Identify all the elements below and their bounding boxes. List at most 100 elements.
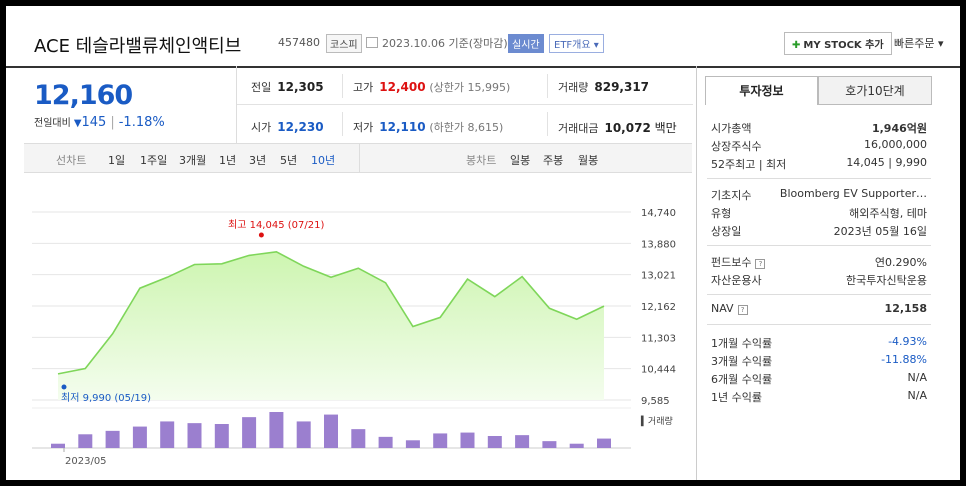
price-change: 전일대비 ▼145 | -1.18% <box>34 114 165 130</box>
info-row-c1-label: 자산운용사 <box>711 274 762 287</box>
info-row-a0: 시가총액 1,946억원 <box>711 120 927 136</box>
y-tick-label: 13,880 <box>641 239 676 250</box>
volume-bar <box>378 436 393 448</box>
return-row-2-label: 6개월 수익률 <box>711 373 773 386</box>
nav-row-label: NAV <box>711 302 734 315</box>
info-row-b1: 유형 해외주식형, 테마 <box>711 205 927 221</box>
min-label: 최저 9,990 (05/19) <box>61 392 151 404</box>
separator: | <box>110 115 115 130</box>
info-row-a0-label: 시가총액 <box>711 122 752 135</box>
nav-row: NAV? 12,158 <box>711 302 927 315</box>
period-3[interactable]: 3개월 <box>179 152 206 168</box>
y-tick-label: 12,162 <box>641 302 676 313</box>
quick-order-dropdown[interactable]: 빠른주문 ▾ <box>894 35 944 51</box>
realtime-button[interactable]: 실시간 <box>508 34 544 53</box>
diff-percent: -1.18% <box>118 115 165 130</box>
period-7[interactable]: 10년 <box>311 152 335 168</box>
period-6[interactable]: 5년 <box>280 152 297 168</box>
nav-row-value: 12,158 <box>884 302 927 315</box>
info-row-b1-label: 유형 <box>711 207 732 220</box>
current-price: 12,160 <box>34 80 133 111</box>
quote-date-text: 2023.10.06 기준(장마감) <box>382 37 508 50</box>
x-tick-label: 2023/05 <box>65 456 107 467</box>
info-row-a1-label: 상장주식수 <box>711 140 762 153</box>
info-row-c0: 펀드보수? 연0.290% <box>711 254 927 270</box>
return-row-1-label: 3개월 수익률 <box>711 355 773 368</box>
etf-overview-dropdown[interactable]: ETF개요 ▾ <box>549 34 604 53</box>
tab-investment-info[interactable]: 투자정보 <box>705 76 818 105</box>
prev-close: 전일 12,305 <box>251 80 324 94</box>
return-row-3-value: N/A <box>907 389 927 402</box>
tab-orderbook[interactable]: 호가10단계 <box>818 76 932 105</box>
plus-icon: ✚ <box>792 40 801 51</box>
return-row-1-value: -11.88% <box>881 353 927 366</box>
help-icon[interactable]: ? <box>737 305 748 315</box>
volume-bar <box>105 430 120 448</box>
y-tick-label: 10,444 <box>641 365 676 376</box>
etf-page: ACE 테슬라밸류체인액티브 457480 코스피 2023.10.06 기준(… <box>6 6 960 480</box>
volume-bar <box>515 435 530 448</box>
info-row-c1-value: 한국투자신탁운용 <box>846 274 927 287</box>
period-5[interactable]: 3년 <box>249 152 266 168</box>
max-label: 최고 14,045 (07/21) <box>228 219 324 231</box>
info-row-a1-value: 16,000,000 <box>864 138 927 151</box>
info-row-b0-value: Bloomberg EV Supporter… <box>779 187 927 200</box>
etf-title: ACE 테슬라밸류체인액티브 <box>34 36 242 57</box>
volume-bar <box>542 441 557 448</box>
return-row-0-value: -4.93% <box>888 335 927 348</box>
min-point-marker <box>61 384 67 390</box>
info-tabs: 투자정보 호가10단계 <box>705 76 932 106</box>
trade-amount: 거래대금 10,072 백만 <box>558 121 677 135</box>
period-bar: 선차트 1일 1주일 3개월 1년 3년 5년 10년 봉차트 일봉 주봉 월봉 <box>24 143 692 173</box>
volume-bar <box>51 443 65 448</box>
add-mystock-button[interactable]: ✚ MY STOCK 추가 <box>784 32 892 55</box>
info-row-b2: 상장일 2023년 05월 16일 <box>711 223 927 239</box>
market-badge: 코스피 <box>326 34 362 53</box>
return-row-2: 6개월 수익률 N/A <box>711 371 927 387</box>
volume-bar <box>597 438 611 448</box>
y-tick-label: 11,303 <box>641 333 676 344</box>
open-price: 시가 12,230 <box>251 120 324 134</box>
period-1[interactable]: 1일 <box>108 152 125 168</box>
info-row-c0-value: 연0.290% <box>874 256 927 269</box>
return-row-0: 1개월 수익률 -4.93% <box>711 335 927 351</box>
period-4[interactable]: 1년 <box>219 152 236 168</box>
info-row-b1-value: 해외주식형, 테마 <box>849 207 927 220</box>
volume-bar <box>269 412 284 448</box>
volume-bar <box>296 421 311 448</box>
info-row-a2-value: 14,045 | 9,990 <box>846 156 927 169</box>
quote-date: 2023.10.06 기준(장마감) <box>366 35 508 51</box>
candle-period-2[interactable]: 주봉 <box>543 152 563 168</box>
return-row-3: 1년 수익률 N/A <box>711 389 927 405</box>
info-row-c1: 자산운용사 한국투자신탁운용 <box>711 272 927 288</box>
info-row-b0-label: 기초지수 <box>711 189 752 202</box>
max-point-marker <box>258 232 264 238</box>
info-row-a2: 52주최고 | 최저 14,045 | 9,990 <box>711 156 927 172</box>
candle-period-3[interactable]: 월봉 <box>578 152 598 168</box>
volume-bar <box>433 433 448 448</box>
volume-bar <box>78 434 93 448</box>
period-2[interactable]: 1주일 <box>140 152 167 168</box>
return-row-2-value: N/A <box>907 371 927 384</box>
page-header: ACE 테슬라밸류체인액티브 457480 코스피 2023.10.06 기준(… <box>6 6 960 68</box>
investment-info-panel: 투자정보 호가10단계 시가총액 1,946억원상장주식수 16,000,000 52… <box>696 66 960 480</box>
low-price: 저가 12,110 (하한가 8,615) <box>353 120 504 134</box>
volume-bar <box>487 436 502 448</box>
return-row-3-label: 1년 수익률 <box>711 391 762 404</box>
volume-bar <box>569 443 584 448</box>
high-price: 고가 12,400 (상한가 15,995) <box>353 80 511 94</box>
etf-code: 457480 <box>278 36 320 49</box>
volume-axis-label: ▍거래량 <box>640 415 673 427</box>
price-chart: 14,740 13,880 13,021 12,162 11,303 10,444 9,58… <box>24 172 692 480</box>
info-row-b0: 기초지수 Bloomberg EV Supporter… <box>711 187 927 203</box>
info-row-b2-label: 상장일 <box>711 225 742 238</box>
help-icon[interactable]: ? <box>755 259 766 269</box>
y-tick-label: 13,021 <box>641 271 676 282</box>
volume-bar <box>242 417 257 448</box>
info-row-b2-value: 2023년 05월 16일 <box>833 225 927 238</box>
candle-period-1[interactable]: 일봉 <box>510 152 530 168</box>
info-row-a2-label: 52주최고 | 최저 <box>711 158 787 171</box>
diff-value: 145 <box>81 115 107 130</box>
info-row-c0-label: 펀드보수 <box>711 256 752 269</box>
candle-chart-label: 봉차트 <box>466 154 497 167</box>
